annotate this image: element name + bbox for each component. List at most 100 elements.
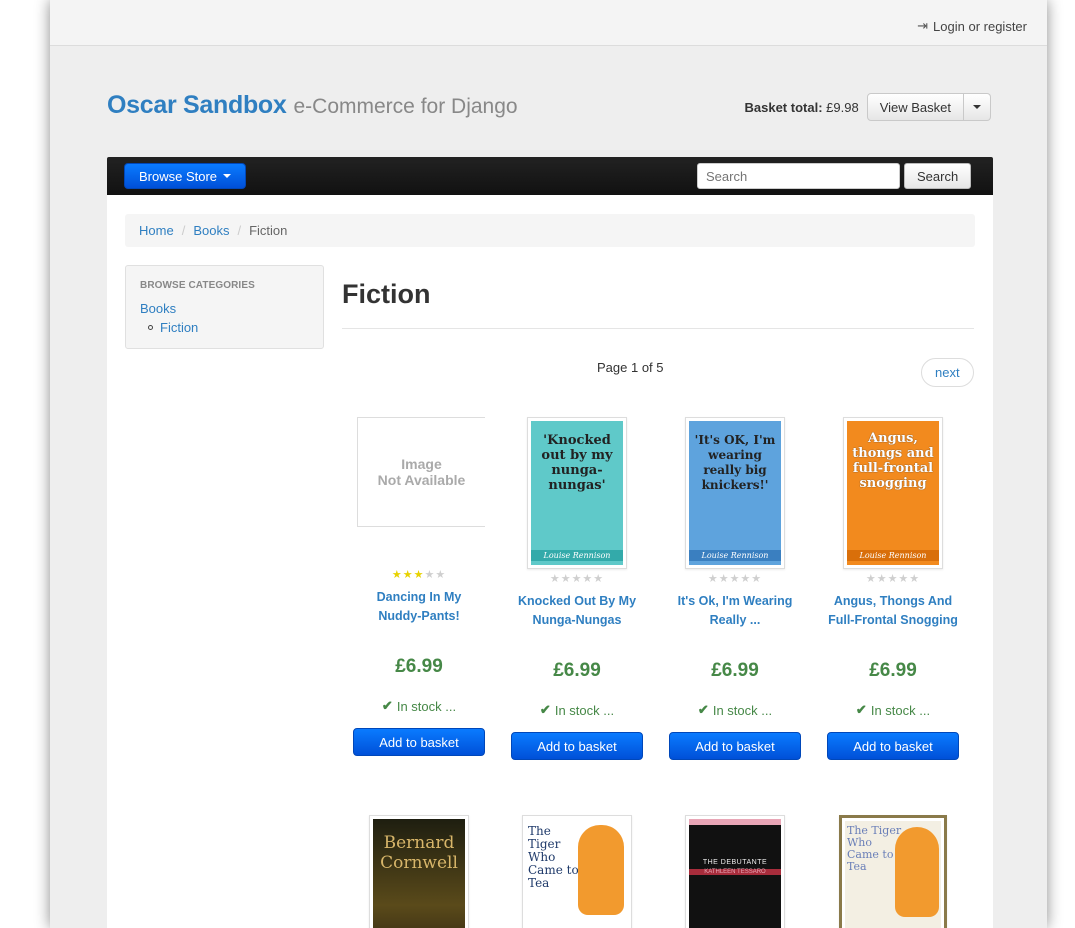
breadcrumb: Home / Books / Fiction [125, 214, 975, 247]
basket-summary: Basket total: £9.98 View Basket [745, 93, 991, 121]
product-card: Angus, thongs and full-frontal snogging … [827, 417, 959, 760]
book-cover: 'Knocked out by my nunga-nungas' Louise … [531, 421, 623, 565]
stock-text: In stock ... [396, 698, 457, 714]
product-card: Bernard Cornwell [353, 815, 485, 928]
basket-dropdown-button[interactable] [964, 93, 991, 121]
view-basket-group: View Basket [866, 93, 991, 121]
breadcrumb-separator: / [181, 223, 186, 238]
book-cover: The Tiger Who Came to Tea [845, 821, 941, 928]
cover-author: Louise Rennison [847, 550, 939, 561]
product-price: £6.99 [395, 656, 443, 677]
star-rating: ★★★★★ [353, 568, 485, 582]
basket-total-label: Basket total: [744, 99, 823, 115]
check-icon: ✔ [855, 702, 867, 717]
product-price: £6.99 [869, 660, 917, 681]
pagination-info: Page 1 of 5 [597, 360, 664, 375]
book-cover: 'It's OK, I'm wearing really big knicker… [689, 421, 781, 565]
cover-title: The Tiger Who Came to Tea [528, 824, 579, 890]
product-card: 'Knocked out by my nunga-nungas' Louise … [511, 417, 643, 760]
stock-status: ✔ In stock ... [669, 702, 801, 718]
search-button[interactable]: Search [904, 163, 972, 189]
book-cover: Bernard Cornwell [373, 819, 465, 928]
basket-total-value: £9.98 [826, 99, 859, 115]
product-card: Image Not Available ★★★★★ Dancing In My … [353, 417, 485, 756]
star-rating: ★★★★★ [511, 572, 643, 586]
cover-subtitle: KATHLEEN TESSARO [689, 869, 781, 875]
placeholder-text: Not Available [377, 472, 466, 488]
basket-total: Basket total: £9.98 [745, 100, 859, 115]
brand[interactable]: Oscar Sandbox e-Commerce for Django [107, 91, 518, 120]
breadcrumb-books[interactable]: Books [193, 223, 229, 238]
sidebar-title: Browse Categories [140, 280, 255, 291]
star-icon: ★★★★★ [865, 573, 921, 585]
breadcrumb-home[interactable]: Home [139, 223, 174, 238]
star-icon: ★ [391, 569, 403, 581]
stock-status: ✔ In stock ... [827, 702, 959, 718]
add-to-basket-button[interactable]: Add to basket [511, 732, 643, 760]
product-image[interactable]: Bernard Cornwell [369, 815, 469, 928]
login-link[interactable]: ⇥ Login or register [917, 18, 1027, 34]
product-image[interactable]: The Tiger Who Came to Tea [522, 815, 632, 928]
category-sidebar: Browse Categories Books Fiction [125, 265, 324, 349]
stock-status: ✔ In stock ... [353, 698, 485, 714]
product-image[interactable]: THE DEBUTANTE KATHLEEN TESSARO [685, 815, 785, 928]
chevron-down-icon [223, 174, 232, 178]
star-icon: ★ [424, 569, 436, 581]
divider [342, 328, 974, 329]
cover-title: 'Knocked out by my nunga-nungas' [541, 433, 613, 493]
page-title: Fiction [342, 279, 431, 309]
star-icon: ★★★★★ [707, 573, 763, 585]
product-image[interactable]: 'Knocked out by my nunga-nungas' Louise … [527, 417, 627, 569]
add-to-basket-button[interactable]: Add to basket [669, 732, 801, 760]
page: ⇥ Login or register Oscar Sandbox e-Comm… [50, 0, 1047, 928]
stock-text: In stock ... [712, 702, 773, 718]
login-label: Login or register [933, 18, 1027, 34]
product-price: £6.99 [553, 660, 601, 681]
stock-text: In stock ... [554, 702, 615, 718]
navbar: Browse Store Search [107, 157, 993, 195]
star-rating: ★★★★★ [669, 572, 801, 586]
product-image[interactable]: 'It's OK, I'm wearing really big knicker… [685, 417, 785, 569]
view-basket-button[interactable]: View Basket [866, 93, 964, 121]
cover-title: THE DEBUTANTE [702, 859, 768, 866]
header: Oscar Sandbox e-Commerce for Django Bask… [50, 46, 1047, 156]
placeholder-text: Image [401, 456, 442, 472]
browse-store-label: Browse Store [139, 168, 218, 184]
add-to-basket-button[interactable]: Add to basket [827, 732, 959, 760]
backdrop-left [0, 0, 50, 928]
product-title[interactable]: It's Ok, I'm Wearing Really ... [669, 592, 801, 652]
cover-title: Bernard Cornwell [380, 833, 458, 873]
tiger-illustration [578, 825, 624, 915]
cover-author: Louise Rennison [689, 550, 781, 561]
product-title[interactable]: Angus, Thongs And Full-Frontal Snogging [827, 592, 959, 652]
product-card: 'It's OK, I'm wearing really big knicker… [669, 417, 801, 760]
topbar: ⇥ Login or register [50, 0, 1047, 46]
search-input[interactable] [697, 163, 900, 189]
add-to-basket-button[interactable]: Add to basket [353, 728, 485, 756]
product-image-placeholder[interactable]: Image Not Available [357, 417, 485, 527]
breadcrumb-separator: / [237, 223, 242, 238]
product-image[interactable]: Angus, thongs and full-frontal snogging … [843, 417, 943, 569]
cover-title: 'It's OK, I'm wearing really big knicker… [694, 433, 776, 492]
stock-status: ✔ In stock ... [511, 702, 643, 718]
product-title[interactable]: Dancing In My Nuddy-Pants! [353, 588, 485, 648]
sidebar-item-label: Fiction [160, 320, 199, 335]
breadcrumb-current: Fiction [249, 223, 288, 238]
brand-tagline: e-Commerce for Django [293, 95, 518, 118]
product-card: THE DEBUTANTE KATHLEEN TESSARO [669, 815, 801, 928]
book-cover: THE DEBUTANTE KATHLEEN TESSARO [689, 819, 781, 928]
chevron-down-icon [973, 105, 981, 109]
sidebar-item-books[interactable]: Books [140, 301, 323, 316]
star-icon: ★ [435, 569, 447, 581]
star-icon: ★ [413, 569, 425, 581]
product-price: £6.99 [711, 660, 759, 681]
sidebar-item-fiction[interactable]: Fiction [140, 320, 323, 335]
login-icon: ⇥ [917, 18, 929, 33]
product-title[interactable]: Knocked Out By My Nunga-Nungas [511, 592, 643, 652]
brand-name[interactable]: Oscar Sandbox [107, 91, 287, 120]
browse-store-button[interactable]: Browse Store [124, 163, 247, 189]
product-card: The Tiger Who Came to Tea [827, 815, 959, 928]
next-page-button[interactable]: next [921, 358, 974, 387]
product-image[interactable]: The Tiger Who Came to Tea [839, 815, 947, 928]
cover-title: Angus, thongs and full-frontal snogging [852, 431, 934, 491]
